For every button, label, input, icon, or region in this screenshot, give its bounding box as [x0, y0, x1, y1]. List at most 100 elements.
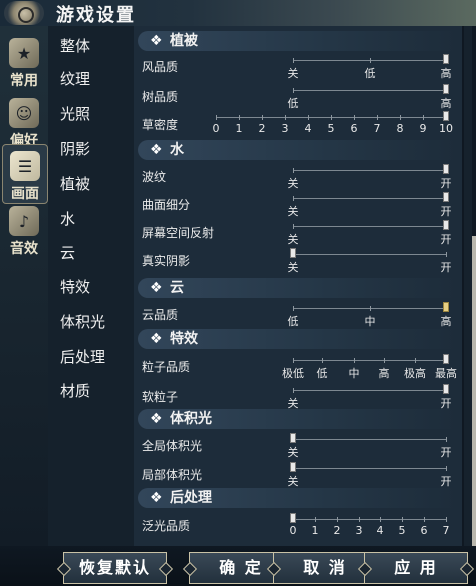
window-title: 游戏设置	[56, 5, 136, 26]
slider-option-label: 0	[289, 524, 297, 537]
slider-track[interactable]	[293, 360, 446, 361]
diamond-icon: ❖	[150, 331, 163, 347]
slider-option-label: 6	[350, 122, 358, 135]
slider-tick	[423, 115, 424, 120]
slider-handle[interactable]	[290, 248, 296, 258]
scrollbar-track[interactable]	[464, 26, 472, 546]
category-preference-button[interactable]: ☺ 偏好	[2, 92, 46, 150]
setting-label-bloom-quality: 泛光品质	[142, 519, 191, 533]
diamond-icon: ❖	[150, 411, 163, 427]
category-sidebar: ★ 常用 ☺ 偏好 ☰ 画面 ♪ 音效	[0, 26, 48, 546]
slider-tick	[262, 115, 263, 120]
slider-handle[interactable]	[443, 220, 449, 230]
subnav-effects[interactable]: 特效	[48, 272, 134, 302]
slider-option-label: 4	[304, 122, 312, 135]
slider-option-label: 高	[440, 67, 452, 80]
slider-option-label: 关	[287, 177, 299, 190]
slider-option-label: 3	[281, 122, 289, 135]
subnav-shadow[interactable]: 阴影	[48, 134, 134, 164]
scrollbar-thumb[interactable]	[472, 236, 476, 546]
section-title: 特效	[170, 331, 198, 347]
section-title: 体积光	[170, 411, 212, 427]
section-title: 后处理	[170, 490, 212, 506]
setting-label-real-shadow: 真实阴影	[142, 254, 191, 268]
slider-handle[interactable]	[290, 433, 296, 443]
slider-option-label: 8	[396, 122, 404, 135]
slider-track[interactable]	[293, 226, 446, 227]
subnav-postprocess[interactable]: 后处理	[48, 342, 134, 372]
slider-tick	[424, 517, 425, 522]
setting-label-tree-quality: 树品质	[142, 90, 179, 104]
subnav-cloud[interactable]: 云	[48, 238, 134, 268]
setting-label-grass-density: 草密度	[142, 118, 179, 132]
slider-tick	[446, 517, 447, 522]
slider-track[interactable]	[293, 254, 446, 255]
slider-handle[interactable]	[443, 111, 449, 121]
slider-option-label: 开	[440, 475, 452, 488]
slider-handle[interactable]	[443, 384, 449, 394]
slider-handle[interactable]	[290, 513, 296, 523]
subnav-overall[interactable]: 整体	[48, 31, 134, 61]
slider-option-label: 极低	[282, 367, 304, 380]
slider-track[interactable]	[293, 170, 446, 171]
slider-option-label: 开	[440, 177, 452, 190]
slider-tick	[293, 306, 294, 311]
slider-option-label: 0	[212, 122, 220, 135]
diamond-icon: ❖	[150, 142, 163, 158]
speaker-icon: ♪	[9, 206, 39, 236]
slider-tick	[239, 115, 240, 120]
slider-option-label: 7	[442, 524, 450, 537]
slider-tick	[370, 306, 371, 311]
subnav-volumetric[interactable]: 体积光	[48, 307, 134, 337]
setting-label-ssr: 屏幕空间反射	[142, 226, 215, 240]
slider-tick	[354, 358, 355, 363]
category-label: 音效	[10, 241, 38, 257]
slider-handle[interactable]	[443, 54, 449, 64]
slider-tick	[446, 252, 447, 257]
slider-tick	[293, 388, 294, 393]
slider-handle[interactable]	[290, 462, 296, 472]
subnav-texture[interactable]: 纹理	[48, 64, 134, 94]
slider-option-label: 开	[440, 261, 452, 274]
setting-label-global-volumetric: 全局体积光	[142, 439, 203, 453]
section-title: 水	[170, 142, 184, 158]
slider-handle[interactable]	[443, 164, 449, 174]
slider-track[interactable]	[293, 390, 446, 391]
apply-button[interactable]: 应 用	[364, 552, 468, 584]
slider-track[interactable]	[293, 90, 446, 91]
slider-option-label: 关	[287, 67, 299, 80]
section-title: 植被	[170, 33, 198, 49]
slider-option-label: 最高	[435, 367, 457, 380]
section-header-volumetric: ❖ 体积光	[138, 409, 458, 429]
slider-tick	[293, 196, 294, 201]
reset-defaults-button[interactable]: 恢复默认	[63, 552, 167, 584]
slider-track[interactable]	[293, 468, 446, 469]
setting-label-ripple: 波纹	[142, 170, 167, 184]
star-icon: ★	[9, 38, 39, 68]
slider-handle[interactable]	[443, 84, 449, 94]
person-icon: ☺	[9, 98, 39, 128]
slider-track[interactable]	[293, 439, 446, 440]
slider-option-label: 开	[440, 397, 452, 410]
category-common-button[interactable]: ★ 常用	[2, 32, 46, 90]
slider-option-label: 4	[376, 524, 384, 537]
slider-handle[interactable]	[443, 354, 449, 364]
slider-option-label: 极高	[404, 367, 426, 380]
category-display-button[interactable]: ☰ 画面	[2, 144, 48, 204]
slider-tick	[384, 358, 385, 363]
subnav-material[interactable]: 材质	[48, 376, 134, 406]
section-header-effects: ❖ 特效	[138, 329, 458, 349]
slider-tick	[354, 115, 355, 120]
slider-option-label: 2	[333, 524, 341, 537]
subnav-lighting[interactable]: 光照	[48, 99, 134, 129]
slider-track[interactable]	[293, 198, 446, 199]
slider-tick	[322, 358, 323, 363]
slider-tick	[370, 58, 371, 63]
slider-option-label: 5	[398, 524, 406, 537]
slider-option-label: 1	[311, 524, 319, 537]
slider-handle[interactable]	[443, 192, 449, 202]
slider-handle[interactable]	[443, 302, 449, 312]
subnav-water[interactable]: 水	[48, 204, 134, 234]
category-audio-button[interactable]: ♪ 音效	[2, 200, 46, 258]
subnav-vegetation[interactable]: 植被	[48, 169, 134, 199]
